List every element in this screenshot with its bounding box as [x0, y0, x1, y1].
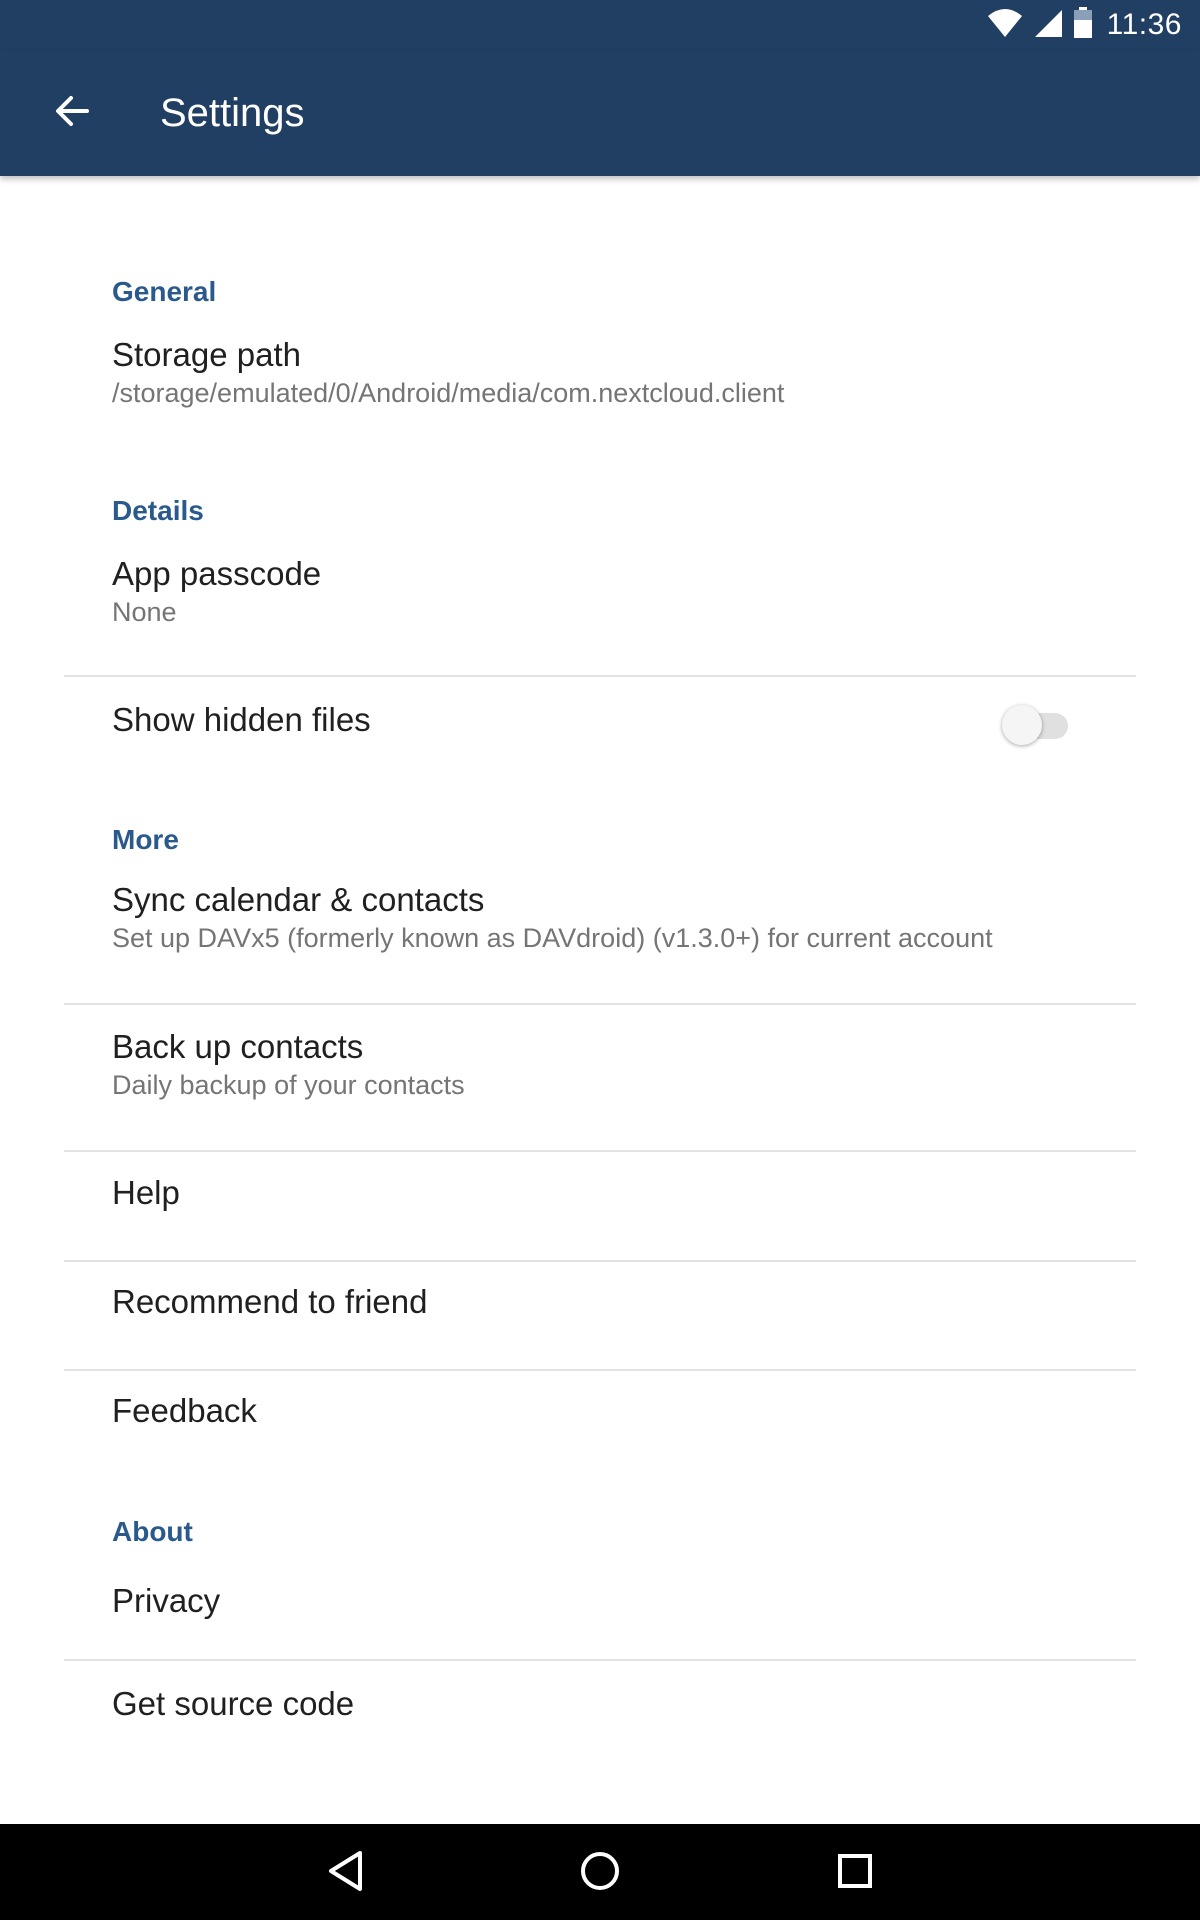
item-title: Get source code — [112, 1685, 355, 1722]
item-summary: Set up DAVx5 (formerly known as DAVdroid… — [112, 923, 993, 953]
item-title: Help — [112, 1174, 180, 1211]
recents-square-icon — [835, 1851, 875, 1896]
back-triangle-icon — [325, 1849, 365, 1898]
wifi-icon — [987, 8, 1023, 43]
item-summary: Daily backup of your contacts — [112, 1070, 465, 1100]
item-title: Privacy — [112, 1582, 221, 1619]
privacy-item[interactable]: Privacy — [0, 1561, 1200, 1671]
status-time: 11:36 — [1106, 8, 1182, 41]
item-title: Sync calendar & contacts — [112, 881, 485, 918]
item-summary: /storage/emulated/0/Android/media/com.ne… — [112, 378, 785, 408]
page-title: Settings — [160, 91, 305, 135]
arrow-back-icon — [54, 93, 90, 134]
nav-recents-button[interactable] — [820, 1838, 890, 1908]
item-title: App passcode — [112, 555, 322, 592]
sync-calendar-item[interactable]: Sync calendar & contacts Set up DAVx5 (f… — [0, 881, 1200, 991]
nav-back-button[interactable] — [310, 1838, 380, 1908]
section-header-about: About — [112, 1516, 193, 1547]
item-title: Feedback — [112, 1392, 257, 1429]
help-item[interactable]: Help — [0, 1152, 1200, 1260]
feedback-item[interactable]: Feedback — [0, 1371, 1200, 1479]
cell-signal-icon — [1033, 8, 1063, 43]
show-hidden-files-item[interactable]: Show hidden files — [0, 677, 1200, 787]
divider — [64, 1003, 1136, 1005]
status-bar: 11:36 — [0, 0, 1200, 50]
battery-icon — [1073, 6, 1093, 44]
back-button[interactable] — [40, 81, 104, 145]
status-icons: 11:36 — [987, 6, 1182, 44]
storage-path-item[interactable]: Storage path /storage/emulated/0/Android… — [0, 336, 1200, 446]
app-bar: Settings — [0, 50, 1200, 176]
item-title: Back up contacts — [112, 1028, 364, 1065]
item-title: Storage path — [112, 336, 301, 373]
section-header-more: More — [112, 824, 179, 855]
toggle-thumb — [1002, 705, 1042, 745]
nav-home-button[interactable] — [565, 1838, 635, 1908]
show-hidden-files-toggle[interactable] — [1002, 705, 1068, 745]
item-title: Show hidden files — [112, 701, 371, 738]
app-passcode-item[interactable]: App passcode None — [0, 555, 1200, 655]
home-circle-icon — [578, 1849, 622, 1898]
section-header-general: General — [112, 276, 217, 307]
recommend-item[interactable]: Recommend to friend — [0, 1262, 1200, 1370]
backup-contacts-item[interactable]: Back up contacts Daily backup of your co… — [0, 1028, 1200, 1138]
item-title: Recommend to friend — [112, 1283, 428, 1320]
nav-bar — [0, 1824, 1200, 1920]
source-code-item[interactable]: Get source code — [0, 1661, 1200, 1771]
item-summary: None — [112, 597, 177, 627]
section-header-details: Details — [112, 495, 204, 526]
